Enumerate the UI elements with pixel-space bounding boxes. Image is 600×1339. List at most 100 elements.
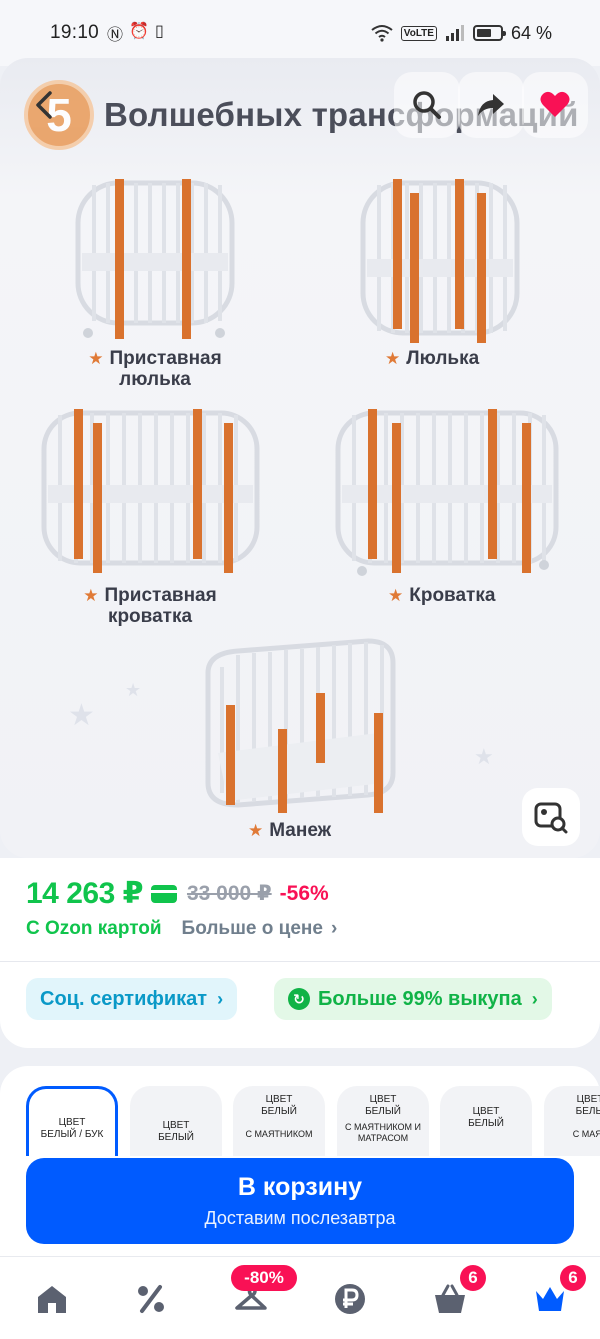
chevron-right-icon: › [531,988,538,1009]
old-price: 33 000 ₽ [186,882,272,905]
wifi-icon [371,25,393,42]
variant-line: БЕЛЫЙ [468,1118,504,1129]
chevron-right-icon: › [217,988,224,1009]
variant-option[interactable]: ЦВЕТ БЕЛЫЙ [130,1086,222,1156]
search-icon [413,91,441,119]
label-text: Кроватка [409,585,496,606]
price-row: 14 263 ₽ 33 000 ₽ -56% [26,876,329,911]
discount-badge: -56% [279,881,329,905]
variant-line: С МАЯТНИКОМ [245,1129,313,1139]
price-info-row: С Ozon картой Больше о цене › [26,918,337,940]
label-text: Манеж [269,820,332,841]
star-icon: ★ [248,821,264,840]
buyout-label: Больше 99% выкупа [318,987,522,1010]
percent-icon [138,1285,164,1313]
divider [0,961,600,962]
variant-option[interactable]: ЦВЕТ БЕЛЫЙ С МАЯТНИКОМ И МАТРАСОМ [337,1086,429,1156]
current-price: 14 263 ₽ [26,877,143,910]
ruble-icon [335,1284,365,1314]
promo-badge: -80% [231,1265,297,1291]
variant-line: ЦВЕТ [576,1094,600,1105]
label-playpen: ★ Манеж [248,820,358,841]
star-icon: ★ [83,586,99,605]
nav-home[interactable] [32,1279,72,1319]
social-certificate-label: Соц. сертификат [40,987,208,1010]
add-to-cart-button[interactable]: В корзину Доставим послезавтра [26,1158,574,1244]
star-icon: ★ [385,349,401,368]
home-icon [38,1286,66,1313]
variant-option[interactable]: ЦВЕТ БЕЛЫЙ / БУК [26,1086,118,1156]
variant-line: ЦВЕТ [162,1120,190,1131]
buyout-badge[interactable]: ↻ Больше 99% выкупа › [274,978,552,1020]
crib-image-playpen [198,633,398,858]
crib-image-cradle [355,173,525,343]
label-text: Люлька [406,348,480,369]
star-icon: ★ [88,349,104,368]
delivery-label: Доставим послезавтра [204,1208,396,1228]
volte-badge: VoLTE [400,25,437,41]
nav-cart[interactable]: 6 [430,1265,486,1319]
vibrate-icon: ▯ [154,23,164,40]
image-search-icon [534,802,568,834]
variant-line: ЦВЕТ [58,1117,86,1128]
variant-line: БЕЛЫ [575,1106,600,1117]
share-icon [478,94,504,116]
battery-icon [472,25,506,41]
price-card: 14 263 ₽ 33 000 ₽ -56% С Ozon картой Бол… [0,858,600,1048]
decor-star-icon: ★ [125,680,142,700]
nav-discounts[interactable] [131,1279,171,1319]
alarm-icon: ⏰ [129,23,149,40]
nav-finance[interactable] [330,1279,370,1319]
nav-fresh[interactable]: -80% [231,1265,297,1319]
crib-image-crib [332,403,562,578]
variant-line: БЕЛЫЙ [365,1106,401,1117]
variant-line: ЦВЕТ [472,1106,500,1117]
refresh-icon: ↻ [288,988,310,1010]
label-text: Приставная кроватка [104,585,217,627]
signal-icon [445,25,464,41]
image-search-button[interactable] [522,788,580,846]
decor-star-icon: ★ [474,744,494,769]
variant-option[interactable]: ЦВЕТ БЕЛЫЙ [440,1086,532,1156]
variant-line: БЕЛЫЙ [158,1132,194,1143]
variant-option[interactable]: ЦВЕТ БЕЛЫЙ С МАЯТНИКОМ [233,1086,325,1156]
battery-fill [476,29,491,37]
variant-line: С МАЯТ [572,1129,600,1139]
favorite-button[interactable] [522,72,588,138]
variant-line: С МАЯТНИКОМ И МАТРАСОМ [344,1122,422,1143]
share-button[interactable] [458,72,524,138]
more-about-price-link[interactable]: Больше о цене [182,918,323,940]
decor-star-icon: ★ [68,699,95,732]
label-attached-crib: ★ Приставная кроватка [60,585,240,627]
status-right: VoLTE 64 % [371,23,552,44]
back-button[interactable] [12,72,78,138]
variant-line: ЦВЕТ [265,1094,293,1105]
crib-image-attached-crib [38,403,263,573]
status-time: 19:10 [50,22,100,43]
variant-line: БЕЛЫЙ [261,1106,297,1117]
crib-image-attached-cradle [70,173,240,343]
chevron-right-icon: › [330,918,338,939]
ozon-card-icon [150,884,177,903]
battery-percent: 64 % [510,22,552,43]
variant-line: БЕЛЫЙ / БУК [40,1129,104,1140]
status-left-icons: Ⓝ ⏰ ▯ [107,21,164,45]
profile-count-badge: 6 [560,1265,586,1291]
label-text: Приставная люлька [109,348,222,390]
cart-count-badge: 6 [460,1265,486,1291]
star-icon: ★ [388,586,404,605]
nfc-icon: Ⓝ [107,27,124,44]
bottom-nav: -80% 6 6 [0,1256,600,1339]
label-attached-cradle: ★ Приставная люлька [70,348,240,390]
heart-icon [540,91,570,117]
back-arrow-icon [36,91,52,119]
product-image-gallery[interactable]: 5 Волшебных трансформаций ★ ★ ★ ★ Приста… [0,58,600,858]
search-button[interactable] [394,72,460,138]
nav-profile[interactable]: 6 [530,1265,586,1319]
label-crib: ★ Кроватка [360,585,550,606]
variant-option[interactable]: ЦВЕТ БЕЛЫ С МАЯТ [544,1086,600,1156]
variant-line: ЦВЕТ [369,1094,397,1105]
ozon-card-label: С Ozon картой [26,918,162,939]
social-certificate-badge[interactable]: Соц. сертификат › [26,978,238,1020]
add-to-cart-label: В корзину [237,1173,363,1201]
